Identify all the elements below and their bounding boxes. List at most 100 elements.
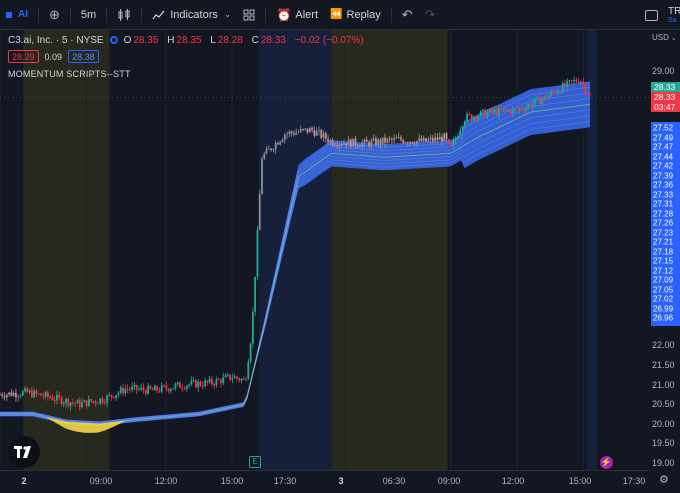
candle-body <box>363 139 366 143</box>
chart-type-button[interactable] <box>111 0 137 30</box>
candle-body <box>167 388 170 392</box>
compare-symbol-button[interactable]: ⊕ <box>43 0 66 30</box>
candle-body <box>463 121 466 127</box>
postmarket-session-shading <box>258 30 332 470</box>
market-status-icon[interactable] <box>109 36 118 44</box>
candle-body <box>486 112 489 118</box>
candle-body <box>436 137 439 140</box>
toolbar-divider <box>38 6 39 23</box>
candle-body <box>28 390 31 393</box>
candle-body <box>491 108 494 112</box>
undo-button[interactable]: ↶ <box>396 0 419 30</box>
ribbon-band-label: 27.02 <box>653 294 674 304</box>
buy-price-box[interactable]: 28.38 <box>68 50 99 63</box>
candle-body <box>457 136 459 139</box>
candle-body <box>447 139 450 143</box>
price-axis-label: 21.50 <box>652 360 675 370</box>
candle-body <box>37 393 40 395</box>
candle-body <box>51 397 54 401</box>
candle-body <box>406 142 409 144</box>
candle-body <box>422 137 425 142</box>
candle-body <box>283 134 286 140</box>
candle-body <box>8 392 11 395</box>
sell-price-box[interactable]: 28.29 <box>8 50 39 63</box>
candle-body <box>1 394 4 397</box>
candle-body <box>40 393 42 396</box>
layout-templates-button[interactable] <box>237 0 261 30</box>
candle-body <box>404 142 407 144</box>
indicator-name[interactable]: MOMENTUM SCRIPTS--STT <box>8 69 370 79</box>
candle-body <box>354 138 357 146</box>
price-chart[interactable] <box>0 30 650 470</box>
candle-body <box>247 361 250 380</box>
lightning-icon[interactable]: ⚡ <box>600 456 613 469</box>
spread-value: 0.09 <box>44 51 63 62</box>
candle-body <box>386 138 389 143</box>
trade-button[interactable]: TRE Sa <box>668 7 680 24</box>
time-axis-label: 17:30 <box>273 476 297 486</box>
candle-body <box>229 374 232 380</box>
undo-icon: ↶ <box>401 6 413 22</box>
candle-body <box>113 396 115 399</box>
candle-body <box>56 394 58 401</box>
symbol-label: AI <box>18 9 28 20</box>
candle-body <box>393 137 396 140</box>
symbol-title[interactable]: C3.ai, Inc. · 5 · NYSE <box>8 35 104 46</box>
candle-body <box>217 379 220 381</box>
ribbon-band-label: 27.52 <box>653 123 674 133</box>
currency-label[interactable]: USD ⌄ <box>652 33 677 42</box>
replay-button[interactable]: ⏪ Replay <box>324 0 387 30</box>
redo-button[interactable]: ↷ <box>419 0 442 30</box>
candle-body <box>557 91 560 94</box>
candle-body <box>92 401 95 403</box>
candle-body <box>65 398 67 403</box>
candle-body <box>381 137 384 144</box>
toolbar-divider <box>69 6 71 23</box>
candle-body <box>115 395 118 399</box>
candle-body <box>541 99 544 105</box>
candle-body <box>183 388 186 390</box>
candle-body <box>131 386 134 390</box>
candle-body <box>5 394 8 398</box>
candle-body <box>160 385 163 392</box>
interval-button[interactable]: 5m <box>75 0 102 30</box>
time-axis-label: 15:00 <box>220 476 244 486</box>
candle-body <box>493 109 496 112</box>
open-value: 28.35 <box>133 34 159 46</box>
candle-body <box>258 194 261 231</box>
candle-body <box>445 133 448 140</box>
toolbar-divider <box>390 6 392 23</box>
candle-body <box>138 389 140 390</box>
candle-body <box>570 80 573 82</box>
time-axis-label: 17:30 <box>622 476 646 486</box>
ribbon-band-label: 26.96 <box>653 313 674 323</box>
fullscreen-icon[interactable] <box>645 9 658 21</box>
close-price-tag: 28.33 <box>651 92 680 102</box>
candle-body <box>78 400 81 408</box>
ribbon-band-label: 27.33 <box>653 190 674 199</box>
candle-body <box>582 81 585 85</box>
gear-icon[interactable]: ⚙ <box>659 473 669 486</box>
candle-body <box>502 109 505 110</box>
candle-body <box>290 131 293 134</box>
candle-body <box>192 380 195 381</box>
symbol-search-button[interactable]: AI <box>0 0 34 30</box>
candle-body <box>488 108 491 113</box>
candle-body <box>238 378 241 381</box>
indicators-button[interactable]: Indicators ⌄ <box>146 0 237 30</box>
candle-body <box>81 402 83 408</box>
candle-body <box>532 103 535 107</box>
candle-body <box>24 388 26 392</box>
candle-body <box>60 397 63 405</box>
alert-label: Alert <box>295 8 319 21</box>
candle-body <box>72 402 74 404</box>
alert-button[interactable]: ⏰ Alert <box>270 0 324 30</box>
ribbon-band-label: 27.44 <box>653 152 674 161</box>
candle-body <box>402 140 405 144</box>
price-axis-label: 19.00 <box>652 458 675 468</box>
candle-body <box>504 109 507 111</box>
tradingview-logo[interactable] <box>8 436 40 468</box>
earnings-marker[interactable]: E <box>249 456 261 468</box>
candle-body <box>322 133 325 138</box>
candle-body <box>213 384 216 386</box>
